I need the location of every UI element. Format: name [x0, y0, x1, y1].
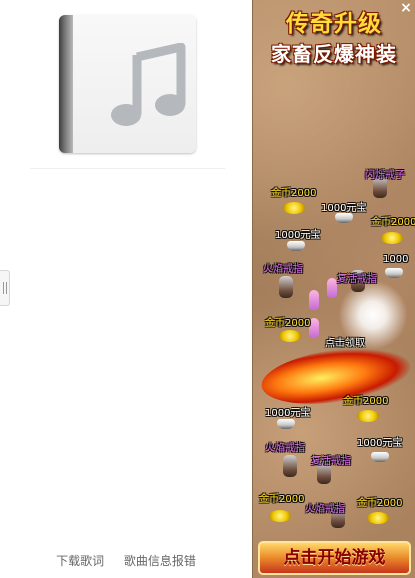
ingot-item — [287, 241, 305, 251]
ring-item — [279, 276, 293, 298]
report-song-info-link[interactable]: 歌曲信息报错 — [124, 554, 196, 568]
item-label: 金币2000 — [265, 318, 311, 329]
item-label: 金币2000 — [271, 188, 317, 199]
item-label: 金币2000 — [357, 498, 403, 509]
ad-subtitle: 家畜反爆神装 — [271, 42, 397, 66]
item-label: 复活戒指 — [311, 456, 351, 467]
album-face — [73, 15, 196, 153]
item-label: 闪烁戒子 — [365, 170, 405, 181]
lyrics-panel: 下载歌词 歌曲信息报错 — [0, 0, 252, 578]
footer-links: 下载歌词 歌曲信息报错 — [0, 552, 252, 569]
album-spine — [59, 15, 73, 153]
gold-coins-item — [367, 512, 389, 524]
item-label: 复活戒指 — [337, 274, 377, 285]
item-label: 火焰戒指 — [265, 443, 305, 454]
item-label: 点击领取 — [325, 338, 365, 349]
item-label: 1000元宝 — [321, 203, 367, 214]
gold-coins-item — [283, 202, 305, 214]
start-game-button[interactable]: 点击开始游戏 — [258, 541, 411, 575]
potion-bottle-item — [327, 278, 337, 298]
item-label: 火焰戒指 — [263, 264, 303, 275]
game-ad-banner[interactable]: 传奇升级 家畜反爆神装 × 闪烁戒子 金币2000 1000元宝 金币2000 … — [252, 0, 415, 578]
ingot-item — [371, 452, 389, 462]
item-label: 金币2000 — [259, 494, 305, 505]
ingot-item — [335, 213, 353, 223]
potion-bottle-item — [309, 290, 319, 310]
item-label: 1000 — [383, 254, 409, 265]
item-label: 1000元宝 — [265, 408, 311, 419]
ring-item — [283, 455, 297, 477]
item-label: 金币2000 — [343, 396, 389, 407]
item-label: 火焰戒指 — [305, 504, 345, 515]
ingot-item — [385, 268, 403, 278]
collapse-handle[interactable] — [0, 270, 10, 306]
gold-coins-item — [279, 330, 301, 342]
ingot-item — [277, 419, 295, 429]
divider — [30, 168, 225, 169]
close-icon[interactable]: × — [400, 1, 412, 15]
gold-coins-item — [381, 232, 403, 244]
item-label: 金币2000 — [371, 217, 415, 228]
item-label: 1000元宝 — [275, 230, 321, 241]
flaming-sword — [258, 339, 414, 413]
ad-title: 传奇升级 — [286, 11, 382, 37]
gold-coins-item — [269, 510, 291, 522]
item-label: 1000元宝 — [357, 438, 403, 449]
music-note-icon — [111, 43, 186, 126]
potion-bottle-item — [309, 318, 319, 338]
download-lyrics-link[interactable]: 下载歌词 — [56, 554, 104, 568]
album-art — [59, 15, 196, 153]
gold-coins-item — [357, 410, 379, 422]
